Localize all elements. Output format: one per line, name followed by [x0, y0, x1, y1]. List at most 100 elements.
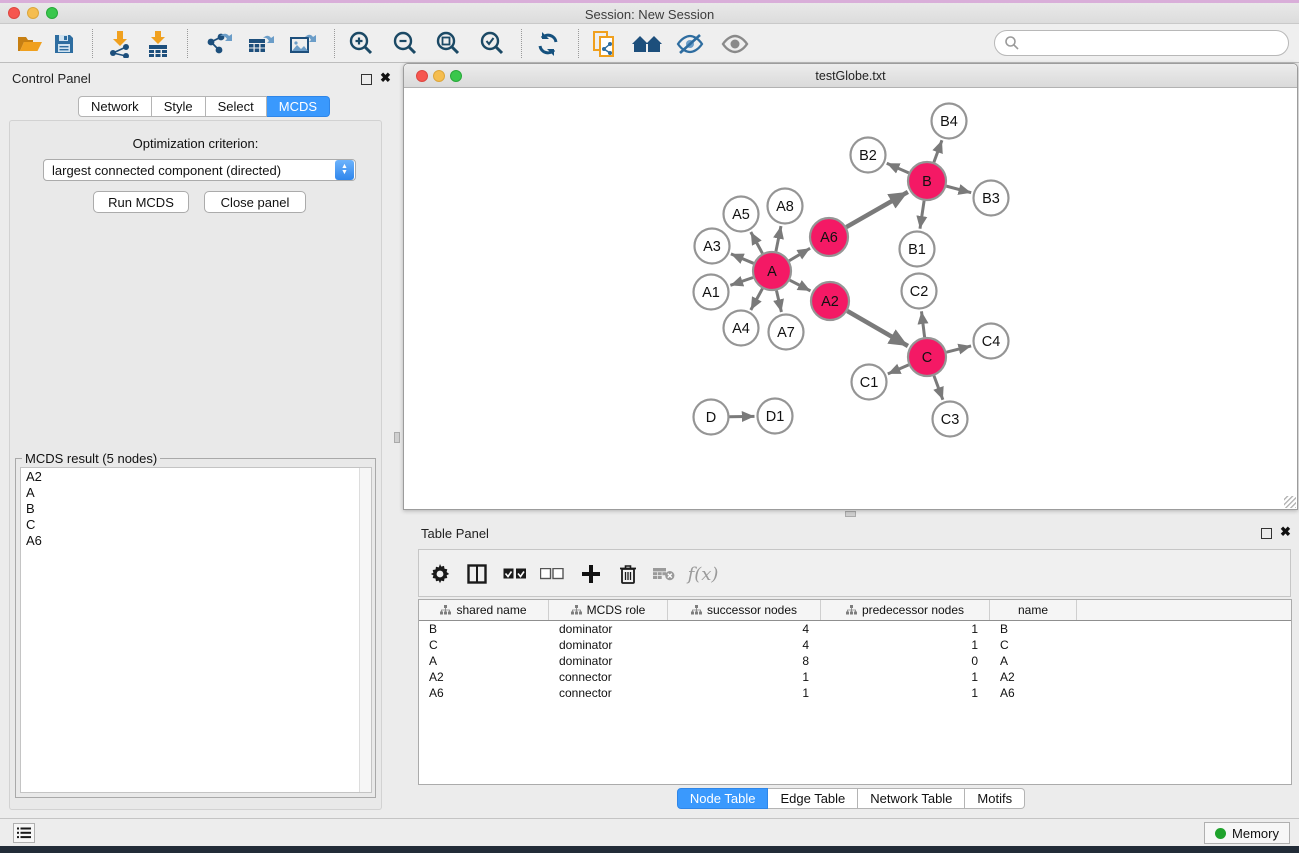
hide-panels-icon[interactable]: [672, 27, 708, 61]
table-float-panel-icon[interactable]: [1261, 526, 1272, 544]
column-header-name[interactable]: name: [990, 600, 1077, 620]
column-header-MCDS-role[interactable]: MCDS role: [549, 600, 668, 620]
clone-network-icon[interactable]: [587, 27, 623, 61]
refresh-view-icon[interactable]: [530, 27, 566, 61]
cell-predecessor-nodes[interactable]: 1: [821, 685, 990, 701]
open-session-icon[interactable]: [12, 27, 48, 61]
node-A5[interactable]: A5: [724, 197, 759, 232]
task-history-button[interactable]: [13, 823, 35, 843]
tab-motifs[interactable]: Motifs: [965, 788, 1025, 809]
scrollbar-track[interactable]: [359, 468, 371, 792]
node-A2[interactable]: A2: [811, 282, 849, 320]
node-A3[interactable]: A3: [695, 229, 730, 264]
cell-name[interactable]: C: [990, 637, 1077, 653]
close-panel-button[interactable]: Close panel: [204, 191, 306, 213]
cell-predecessor-nodes[interactable]: 0: [821, 653, 990, 669]
table-row-B[interactable]: Bdominator41B: [419, 621, 1291, 637]
table-row-A[interactable]: Adominator80A: [419, 653, 1291, 669]
node-C[interactable]: C: [908, 338, 946, 376]
window-resize-grip[interactable]: [1284, 496, 1296, 508]
table-row-C[interactable]: Cdominator41C: [419, 637, 1291, 653]
save-session-icon[interactable]: [46, 27, 82, 61]
delete-table-icon[interactable]: [648, 559, 680, 589]
mcds-result-item[interactable]: C: [21, 516, 371, 532]
edge-B-B2[interactable]: [887, 163, 909, 173]
export-image-icon[interactable]: [285, 27, 321, 61]
close-panel-icon[interactable]: ✖: [380, 72, 391, 83]
select-all-columns-icon[interactable]: [499, 559, 531, 589]
unselect-all-columns-icon[interactable]: [536, 559, 568, 589]
tab-network-table[interactable]: Network Table: [858, 788, 965, 809]
edge-A-A1[interactable]: [730, 278, 753, 286]
optimization-criterion-select[interactable]: largest connected component (directed) ▲…: [43, 159, 356, 181]
cell-name[interactable]: A: [990, 653, 1077, 669]
cell-predecessor-nodes[interactable]: 1: [821, 637, 990, 653]
tab-node-table[interactable]: Node Table: [677, 788, 769, 809]
node-C3[interactable]: C3: [933, 402, 968, 437]
search-input[interactable]: [994, 30, 1289, 56]
node-A6[interactable]: A6: [810, 218, 848, 256]
cell-predecessor-nodes[interactable]: 1: [821, 621, 990, 637]
cell-name[interactable]: B: [990, 621, 1077, 637]
edge-C-C3[interactable]: [934, 376, 943, 400]
edge-A-A5[interactable]: [751, 232, 763, 253]
cell-successor-nodes[interactable]: 4: [668, 637, 821, 653]
create-column-icon[interactable]: [575, 559, 607, 589]
show-panels-icon[interactable]: [717, 27, 753, 61]
toggle-columns-icon[interactable]: [461, 559, 493, 589]
edge-C-C4[interactable]: [946, 346, 971, 352]
delete-column-icon[interactable]: [612, 559, 644, 589]
cell-shared-name[interactable]: C: [419, 637, 549, 653]
column-header-predecessor-nodes[interactable]: predecessor nodes: [821, 600, 990, 620]
edge-B-B3[interactable]: [946, 186, 971, 193]
tab-style[interactable]: Style: [152, 96, 206, 117]
node-C2[interactable]: C2: [902, 274, 937, 309]
cell-MCDS-role[interactable]: dominator: [549, 653, 668, 669]
horizontal-split-handle[interactable]: [845, 511, 856, 517]
node-A4[interactable]: A4: [724, 311, 759, 346]
cell-successor-nodes[interactable]: 4: [668, 621, 821, 637]
mcds-result-list[interactable]: A2ABCA6: [20, 467, 372, 793]
edge-A-A3[interactable]: [731, 254, 754, 263]
cell-successor-nodes[interactable]: 8: [668, 653, 821, 669]
tab-network[interactable]: Network: [78, 96, 152, 117]
column-header-successor-nodes[interactable]: successor nodes: [668, 600, 821, 620]
table-close-panel-icon[interactable]: ✖: [1280, 526, 1291, 537]
cell-shared-name[interactable]: B: [419, 621, 549, 637]
cell-MCDS-role[interactable]: connector: [549, 669, 668, 685]
import-table-icon[interactable]: [140, 27, 176, 61]
network-canvas[interactable]: B4B2BB3A5A8A6A3B1AA1C2A2A4A7C4CC1C3DD1: [404, 88, 1297, 509]
edge-B-B4[interactable]: [934, 140, 942, 162]
node-B2[interactable]: B2: [851, 138, 886, 173]
zoom-in-icon[interactable]: [343, 27, 379, 61]
vertical-split-handle[interactable]: [394, 432, 400, 443]
table-settings-icon[interactable]: [424, 559, 456, 589]
mcds-result-item[interactable]: A6: [21, 532, 371, 548]
cell-shared-name[interactable]: A2: [419, 669, 549, 685]
node-C1[interactable]: C1: [852, 365, 887, 400]
cell-successor-nodes[interactable]: 1: [668, 685, 821, 701]
tab-edge-table[interactable]: Edge Table: [768, 788, 858, 809]
table-row-A6[interactable]: A6connector11A6: [419, 685, 1291, 701]
tab-mcds[interactable]: MCDS: [267, 96, 330, 117]
edge-A-A7[interactable]: [776, 290, 781, 312]
cell-MCDS-role[interactable]: dominator: [549, 637, 668, 653]
edge-A6-B[interactable]: [846, 192, 908, 227]
cell-predecessor-nodes[interactable]: 1: [821, 669, 990, 685]
export-network-icon[interactable]: [200, 27, 236, 61]
node-A8[interactable]: A8: [768, 189, 803, 224]
float-panel-icon[interactable]: [361, 72, 372, 90]
zoom-selected-icon[interactable]: [474, 27, 510, 61]
node-D[interactable]: D: [694, 400, 729, 435]
table-row-A2[interactable]: A2connector11A2: [419, 669, 1291, 685]
node-A1[interactable]: A1: [694, 275, 729, 310]
edge-C-C2[interactable]: [921, 311, 924, 337]
import-network-icon[interactable]: [102, 27, 138, 61]
cell-successor-nodes[interactable]: 1: [668, 669, 821, 685]
cell-MCDS-role[interactable]: connector: [549, 685, 668, 701]
edge-A-A4[interactable]: [751, 289, 763, 310]
run-mcds-button[interactable]: Run MCDS: [93, 191, 189, 213]
cell-MCDS-role[interactable]: dominator: [549, 621, 668, 637]
edge-C-C1[interactable]: [888, 365, 909, 374]
node-A[interactable]: A: [753, 252, 791, 290]
